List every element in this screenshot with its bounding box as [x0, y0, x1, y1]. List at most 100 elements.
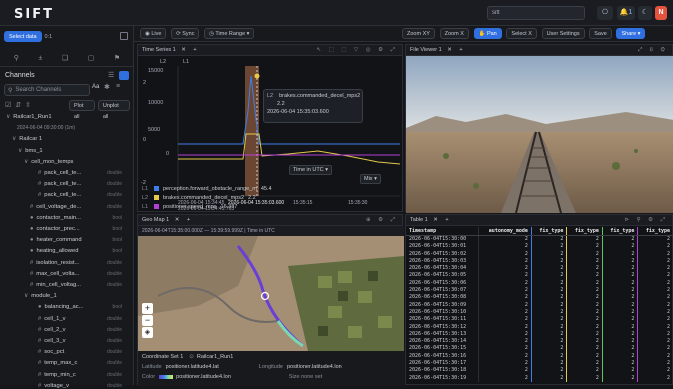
channel-tree-item[interactable]: ∨ Railcar 1	[12, 136, 128, 142]
case-sensitive-toggle[interactable]: Aa	[92, 84, 99, 90]
table-row[interactable]: 2026-06-04T15:30:18 2 2 2 2 2	[406, 367, 673, 375]
regex-toggle-icon[interactable]: ✱	[104, 83, 110, 91]
color-channel[interactable]: positioner.latitude4.lon	[176, 374, 231, 380]
panel-tools-icons[interactable]: ↖ ⬚ ⬚ ▽ ◎ ⚙ ⤢	[316, 47, 398, 54]
zoom-x-button[interactable]: Zoom X	[439, 28, 469, 39]
sets-tab-icon[interactable]: ❑	[62, 54, 68, 62]
notification-icon[interactable]: 🔔1	[617, 6, 635, 20]
table-row[interactable]: 2026-06-04T15:30:01 2 2 2 2 2	[406, 243, 673, 251]
compass-icon[interactable]: ◈	[142, 327, 153, 338]
close-tab-icon[interactable]: ✕	[175, 217, 180, 223]
add-tab-icon[interactable]: +	[187, 217, 190, 223]
channel-tree-item[interactable]: # pack_cell_te... double	[38, 170, 128, 176]
column-header[interactable]: fix_type	[531, 227, 568, 236]
close-tab-icon[interactable]: ✕	[181, 47, 186, 53]
add-tab-icon[interactable]: +	[459, 47, 462, 53]
sync-button[interactable]: ⟳ Sync	[171, 28, 200, 39]
channel-tree-item[interactable]: ● contactor_prec... bool	[30, 226, 128, 232]
channel-tree-item[interactable]: ● balancing_ac... bool	[38, 304, 128, 310]
tab-table[interactable]: Table 1	[410, 217, 428, 223]
channel-tree-item[interactable]: ● heater_command bool	[30, 237, 128, 243]
table-row[interactable]: 2026-06-04T15:30:05 2 2 2 2 2	[406, 272, 673, 280]
channel-tree-item[interactable]: 2024-06-04 09:30:00 (1m)	[14, 125, 128, 131]
table-row[interactable]: 2026-06-04T15:30:12 2 2 2 2 2	[406, 323, 673, 331]
size-channel[interactable]: Size none set	[289, 374, 322, 380]
channel-tree-item[interactable]: ∨ cell_mon_temps	[24, 159, 128, 165]
aggregation-select[interactable]: Mix ▾	[360, 174, 381, 184]
channel-tree-item[interactable]: # soc_pct double	[38, 349, 128, 355]
list-view-icon[interactable]: ☰	[108, 71, 114, 79]
channel-tree-item[interactable]: # temp_min_c double	[38, 372, 128, 378]
live-button[interactable]: ◉ Live	[140, 28, 167, 39]
table-row[interactable]: 2026-06-04T15:30:11 2 2 2 2 2	[406, 316, 673, 324]
legend-item[interactable]: L1 positioner.speed_mps 16.387	[142, 202, 397, 211]
table-row[interactable]: 2026-06-04T15:30:02 2 2 2 2 2	[406, 250, 673, 258]
filter-icon[interactable]: ≡	[116, 83, 120, 90]
table-row[interactable]: 2026-06-04T15:30:04 2 2 2 2 2	[406, 265, 673, 273]
column-header[interactable]: Timestamp	[406, 227, 480, 236]
add-tab-icon[interactable]: +	[193, 47, 196, 53]
theme-toggle-icon[interactable]: ☾	[638, 6, 652, 20]
channel-tree-item[interactable]: ● contactor_main... bool	[30, 215, 128, 221]
channel-tree-item[interactable]: # cell_voltage_de... double	[30, 204, 128, 210]
annotations-tab-icon[interactable]: ⚑	[114, 54, 120, 62]
channel-tree-item[interactable]: ● heating_allowed bool	[30, 248, 128, 254]
close-tab-icon[interactable]: ✕	[447, 47, 452, 53]
column-header[interactable]: fix_type	[566, 227, 603, 236]
channel-tree-item[interactable]: # temp_max_c double	[38, 360, 128, 366]
channel-tree-item[interactable]: # pack_cell_te... double	[38, 192, 128, 198]
channel-tree-item[interactable]: # voltage_v double	[38, 383, 128, 389]
channel-tree-item[interactable]: # min_cell_voltag... double	[30, 282, 128, 288]
channel-tree-item[interactable]: # cell_3_v double	[38, 338, 128, 344]
table-row[interactable]: 2026-06-04T15:30:19 2 2 2 2 2	[406, 374, 673, 382]
table-row[interactable]: 2026-06-04T15:30:03 2 2 2 2 2	[406, 257, 673, 266]
channel-tree-item[interactable]: ∨ bms_1	[18, 148, 128, 154]
table-row[interactable]: 2026-06-04T15:30:00 2 2 2 2 2	[406, 235, 673, 244]
column-header[interactable]: fix_type	[637, 227, 673, 236]
share-button[interactable]: Share ▾	[616, 28, 646, 39]
channel-tree-item[interactable]: ∨ Railcar1_Run1	[6, 114, 128, 120]
select-data-button[interactable]: Select data	[4, 31, 42, 42]
tab-time-series[interactable]: Time Series 1	[142, 47, 176, 53]
satellite-map[interactable]	[138, 236, 404, 351]
legend-item[interactable]: L2 brakes.commanded_decel_mps2 2.2	[142, 193, 397, 202]
map-time-range[interactable]: 2026-06-04T15:35:00.000Z — 15:39:59.999Z…	[138, 226, 404, 236]
table-row[interactable]: 2026-06-04T15:30:07 2 2 2 2 2	[406, 287, 673, 295]
global-search-input[interactable]	[487, 6, 585, 20]
panel-tools-icons[interactable]: ⊳ ⚲ ⚙ ⤢	[624, 217, 668, 224]
calculated-tab-icon[interactable]: ±	[38, 55, 42, 62]
camera-icon[interactable]: ⎔	[597, 6, 613, 20]
close-tab-icon[interactable]: ✕	[433, 217, 438, 223]
column-header[interactable]: fix_type	[602, 227, 639, 236]
longitude-channel[interactable]: positioner.latitude4.lon	[287, 364, 342, 370]
select-x-button[interactable]: Select X	[506, 28, 537, 39]
plot-all-button[interactable]: Plot all	[69, 100, 95, 120]
table-row[interactable]: 2026-06-04T15:30:10 2 2 2 2 2	[406, 308, 673, 317]
files-tab-icon[interactable]: ▢	[88, 54, 95, 62]
tab-file-viewer[interactable]: File Viewer 1	[410, 47, 442, 53]
save-button[interactable]: Save	[589, 28, 612, 39]
zoom-out-button[interactable]: −	[142, 315, 153, 326]
panel-tools-icons[interactable]: ⤢ ⇩ ⚙	[638, 47, 668, 54]
expand-all-icon[interactable]: ⇵	[15, 101, 21, 109]
select-all-icon[interactable]: ☑	[5, 101, 11, 109]
table-row[interactable]: 2026-06-04T15:30:09 2 2 2 2 2	[406, 301, 673, 309]
collapse-sidebar-icon[interactable]	[120, 32, 128, 40]
unplot-all-button[interactable]: Unplot all	[97, 100, 130, 120]
channel-tree-item[interactable]: # max_cell_volta... double	[30, 271, 128, 277]
channel-tree-item[interactable]: # cell_2_v double	[38, 327, 128, 333]
tab-geo-map[interactable]: Geo Map 1	[142, 217, 169, 223]
table-row[interactable]: 2026-06-04T15:30:06 2 2 2 2 2	[406, 279, 673, 288]
channel-search-field[interactable]: ⚲ Search Channels	[4, 84, 90, 96]
channel-tree-item[interactable]: ∨ module_1	[24, 293, 128, 299]
column-header[interactable]: autonomy_mode	[478, 227, 532, 236]
time-range-button[interactable]: ◷ Time Range ▾	[204, 28, 255, 39]
channel-tree-item[interactable]: # cell_1_v double	[38, 316, 128, 322]
pan-button[interactable]: ✋ Pan	[473, 28, 502, 39]
table-row[interactable]: 2026-06-04T15:30:16 2 2 2 2 2	[406, 352, 673, 361]
user-settings-button[interactable]: User Settings	[541, 28, 585, 39]
table-row[interactable]: 2026-06-04T15:30:14 2 2 2 2 2	[406, 338, 673, 346]
zoom-in-button[interactable]: +	[142, 303, 153, 314]
table-row[interactable]: 2026-06-04T15:30:13 2 2 2 2 2	[406, 330, 673, 339]
channel-tree-item[interactable]: # isolation_resist... double	[30, 260, 128, 266]
